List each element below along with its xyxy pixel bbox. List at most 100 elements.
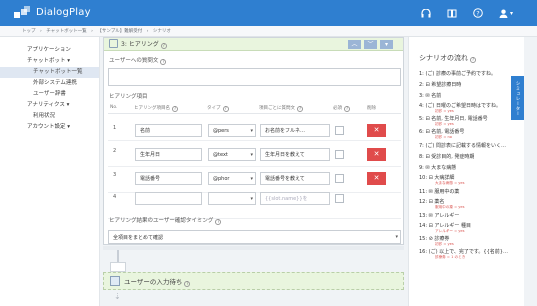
- item-question-input[interactable]: 生年月日を教えて: [260, 148, 330, 161]
- flow-connector-node[interactable]: [110, 262, 126, 272]
- scenario-item-condition: 大まな病態 = yes: [435, 181, 465, 185]
- sidebar-item-analytics[interactable]: アナリティクス ▾: [0, 100, 99, 111]
- item-type-select[interactable]: @pers: [208, 124, 256, 137]
- item-question-input[interactable]: お名前をフルネ…: [260, 124, 330, 137]
- col-header-no: No.: [110, 105, 118, 110]
- question-input[interactable]: [108, 68, 401, 86]
- help-icon[interactable]: ?: [215, 219, 222, 225]
- help-icon[interactable]: ?: [172, 106, 178, 112]
- app-logo[interactable]: DialogPlay: [14, 6, 91, 18]
- help-icon[interactable]: ?: [184, 281, 191, 287]
- scenario-item[interactable]: 6: ⊟ 名前, 電話番号 初診 = no: [419, 128, 523, 141]
- row-number: 2: [113, 148, 117, 154]
- user-icon[interactable]: ▾: [491, 0, 521, 26]
- sidebar-item-application[interactable]: アプリケーション: [0, 45, 99, 56]
- item-name-input[interactable]: [135, 192, 202, 205]
- help-icon[interactable]: ?: [297, 106, 303, 112]
- panel-resize-handle[interactable]: [103, 246, 404, 250]
- required-checkbox[interactable]: [335, 194, 344, 203]
- required-checkbox[interactable]: [335, 150, 344, 159]
- sidebar-item-account-settings[interactable]: アカウント設定 ▾: [0, 122, 99, 133]
- scenario-item-condition: 服用中の薬 = yes: [435, 205, 465, 209]
- book-icon[interactable]: [439, 0, 465, 26]
- move-down-button[interactable]: ﹀: [364, 40, 377, 49]
- scenario-item[interactable]: 11: ✉ 服用中の薬: [419, 187, 523, 198]
- item-name-input[interactable]: 名前: [135, 124, 202, 137]
- breadcrumb-chatbot-list[interactable]: チャットボット一覧: [46, 29, 86, 34]
- hearing-items-label: ヒアリング項目: [109, 94, 148, 100]
- col-header-type: タイプ: [207, 106, 221, 111]
- scenario-flow-panel: シナリオの流れ? 1: (ご) 診療の事前ご予約ですね。 2: ⊟ 希望診療日時 3…: [408, 37, 524, 306]
- item-name-input[interactable]: 電話番号: [135, 172, 202, 185]
- headset-icon[interactable]: [413, 0, 439, 26]
- question-label: ユーザーへの質問文: [109, 58, 159, 64]
- scenario-item[interactable]: 5: ⊟ 名前, 生年月日, 電話番号 初診 = yes: [419, 115, 523, 128]
- scenario-item[interactable]: 4: (ご) 日曜のご希望日時はですね。 初診 = yes: [419, 102, 523, 115]
- hearing-panel: 3: ヒアリング? ︿ ﹀ ▾ ユーザーへの質問文? ヒアリング項目 No. ヒ…: [103, 37, 404, 245]
- user-menu-caret: ▾: [509, 9, 513, 17]
- row-number: 3: [113, 172, 117, 178]
- row-number: 4: [113, 194, 117, 200]
- delete-row-button[interactable]: ✕: [367, 172, 386, 185]
- user-input-wait-step[interactable]: ユーザーの入力待ち?: [103, 272, 404, 290]
- scenario-item[interactable]: 10: ⊟ 大病詳細 大まな病態 = yes: [419, 174, 523, 187]
- scenario-item-condition: 初診 = yes: [435, 122, 454, 126]
- hearing-panel-header: 3: ヒアリング? ︿ ﹀ ▾: [104, 38, 403, 51]
- item-type-select[interactable]: [208, 192, 256, 205]
- required-checkbox[interactable]: [335, 174, 344, 183]
- scenario-item-condition: 初診 = yes: [435, 242, 454, 246]
- breadcrumb-bot[interactable]: 【サンプル】難解受付: [97, 29, 142, 34]
- scenario-item[interactable]: 1: (ご) 診療の事前ご予約ですね。: [419, 69, 523, 80]
- item-name-input[interactable]: 生年月日: [135, 148, 202, 161]
- sidebar-item-external-systems[interactable]: 外部システム連携: [0, 78, 99, 89]
- help-icon[interactable]: ?: [344, 106, 350, 112]
- simulator-tab[interactable]: シミュレーター: [511, 76, 524, 120]
- scenario-title: シナリオの流れ: [419, 54, 468, 62]
- sidebar-item-chatbot-list[interactable]: チャットボット一覧: [0, 67, 99, 78]
- help-icon[interactable]: ?: [222, 106, 229, 112]
- scenario-item-condition: 初診 = no: [435, 135, 452, 139]
- confirm-timing-select[interactable]: 全項目をまとめて確認: [108, 230, 401, 244]
- help-icon[interactable]: ?: [470, 57, 476, 63]
- breadcrumb: トップ › チャットボット一覧 › 【サンプル】難解受付 › シナリオ: [0, 26, 537, 37]
- item-type-select[interactable]: @text: [208, 148, 256, 161]
- item-question-input[interactable]: {{slot.name}}を: [260, 192, 330, 205]
- scenario-item-text: 13: ✉ アレルギー: [419, 213, 460, 219]
- confirm-timing-label: ヒアリング結果のユーザー確認タイミング: [109, 218, 214, 224]
- item-type-select[interactable]: @phor: [208, 172, 256, 185]
- scenario-item[interactable]: 15: ⊘ 診療券 初診 = yes: [419, 235, 523, 248]
- breadcrumb-top[interactable]: トップ: [22, 29, 36, 34]
- step-number-box: [110, 276, 120, 286]
- more-menu-button[interactable]: ▾: [380, 40, 393, 49]
- scenario-item[interactable]: 13: ✉ アレルギー: [419, 211, 523, 222]
- col-header-question: 項目ごとに質問文: [259, 106, 295, 111]
- sidebar-item-chatbot[interactable]: チャットボット ▾: [0, 56, 99, 67]
- help-icon[interactable]: ?: [160, 43, 167, 49]
- scenario-item[interactable]: 16: (ご) 以上で、完了です。{{名前}… 診療券 = 1 のとき: [419, 248, 523, 261]
- scenario-item[interactable]: 12: ⊟ 薬名 服用中の薬 = yes: [419, 198, 523, 211]
- scenario-item[interactable]: 8: ⊟ 受診目的, 発症時期: [419, 152, 523, 163]
- wait-title: ユーザーの入力待ち: [124, 278, 183, 286]
- sidebar-item-user-dictionary[interactable]: ユーザー辞書: [0, 89, 99, 100]
- scenario-item-text: 7: (ご) 問診表に記載する情報をいく…: [419, 143, 506, 149]
- delete-row-button[interactable]: ✕: [367, 124, 386, 137]
- scenario-item[interactable]: 2: ⊟ 希望診療日時: [419, 80, 523, 91]
- help-icon[interactable]: ?: [465, 0, 491, 26]
- delete-row-button[interactable]: ✕: [367, 148, 386, 161]
- required-checkbox[interactable]: [335, 126, 344, 135]
- svg-text:?: ?: [476, 9, 479, 17]
- scenario-item[interactable]: 3: ✉ 名前: [419, 91, 523, 102]
- scenario-item[interactable]: 14: ⊟ アレルギー 種目 アレルギー = yes: [419, 222, 523, 235]
- item-question-input[interactable]: 電話番号を教えて: [260, 172, 330, 185]
- arrow-down-icon: ⇣: [114, 292, 121, 301]
- col-header-required: 必須: [333, 106, 342, 111]
- col-header-delete: 削除: [367, 106, 376, 111]
- scenario-item[interactable]: 7: (ご) 問診表に記載する情報をいく…: [419, 141, 523, 152]
- scenario-item-condition: アレルギー = yes: [435, 229, 465, 233]
- sidebar-item-usage[interactable]: 利用状況: [0, 111, 99, 122]
- help-icon[interactable]: ?: [160, 59, 167, 65]
- breadcrumb-scenario: シナリオ: [152, 29, 171, 34]
- scenario-item-text: 1: (ご) 診療の事前ご予約ですね。: [419, 71, 496, 77]
- move-up-button[interactable]: ︿: [348, 40, 361, 49]
- scenario-item[interactable]: 9: ✉ 大まな病態: [419, 163, 523, 174]
